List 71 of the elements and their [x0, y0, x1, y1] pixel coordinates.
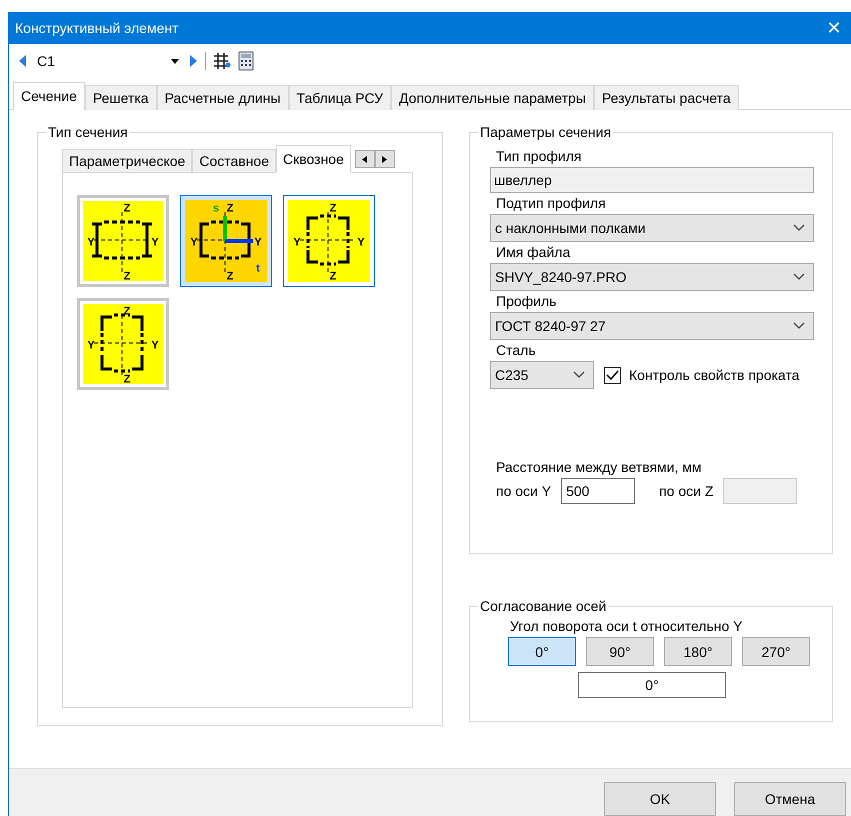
- field-label: Имя файла: [496, 244, 572, 260]
- profile-type-field: швеллер: [490, 167, 814, 193]
- angle-value-field[interactable]: 0°: [578, 672, 726, 698]
- angle-button[interactable]: 270°: [742, 637, 810, 666]
- dropdown-caret-icon: [171, 58, 179, 64]
- axis-label: t: [256, 264, 260, 274]
- axis-label: Y: [190, 238, 198, 248]
- axis-label: Z: [124, 204, 130, 214]
- chevron-down-icon: [573, 371, 585, 379]
- field-label: Профиль: [496, 293, 558, 309]
- angle-button[interactable]: 90°: [586, 637, 654, 666]
- close-button[interactable]: ✕: [817, 12, 851, 44]
- chevron-down-icon: [793, 273, 805, 281]
- axis-label: Z: [226, 204, 234, 214]
- previous-arrow-icon[interactable]: [17, 54, 27, 68]
- axis-label: Y: [357, 238, 365, 248]
- field-label: Сталь: [496, 342, 537, 358]
- section-type-tile[interactable]: Z Y Y Z: [77, 195, 169, 287]
- axis-label: Z: [124, 272, 130, 282]
- group-title: Параметры сечения: [479, 124, 612, 140]
- tab[interactable]: Сечение: [13, 82, 85, 110]
- tab[interactable]: Дополнительные параметры: [391, 85, 594, 110]
- tab[interactable]: Сквозное: [276, 145, 351, 173]
- section-type-tile[interactable]: Z Y Y Z: [283, 195, 375, 287]
- tab[interactable]: Параметрическое: [62, 149, 192, 173]
- field-label: Подтип профиля: [496, 195, 607, 211]
- group-title: Согласование осей: [479, 598, 608, 614]
- axis-label: Y: [151, 340, 159, 352]
- field-label: по оси Y: [496, 483, 552, 499]
- field-label: Тип профиля: [496, 148, 582, 164]
- angle-label: Угол поворота оси t относительно Y: [510, 618, 744, 634]
- checkbox[interactable]: [604, 366, 621, 384]
- axis-label: Z: [330, 272, 336, 282]
- axis-label: Y: [293, 238, 301, 248]
- window-title: Конструктивный элемент: [15, 20, 179, 36]
- angle-button[interactable]: 180°: [664, 637, 732, 666]
- axis-label: Y: [254, 238, 262, 248]
- profile-subtype-dropdown[interactable]: с наклонными полками: [490, 214, 814, 242]
- axis-label: Z: [226, 272, 234, 282]
- chevron-down-icon: [793, 322, 805, 330]
- file-name-dropdown[interactable]: SHVY_8240-97.PRO: [490, 263, 814, 291]
- angle-button[interactable]: 0°: [508, 637, 576, 666]
- steel-dropdown[interactable]: С235: [490, 361, 594, 389]
- chevron-down-icon: [793, 224, 805, 232]
- axis-label: Y: [151, 238, 159, 248]
- tab[interactable]: Составное: [192, 149, 276, 173]
- section-type-tile[interactable]: s Z Y Y t Z: [180, 195, 272, 287]
- dialog-button[interactable]: OK: [604, 782, 716, 816]
- axis-label: Y: [87, 340, 95, 352]
- field-label: по оси Z: [659, 483, 714, 499]
- right-arrow-icon: [382, 156, 388, 162]
- distance-y-input[interactable]: 500: [561, 478, 636, 504]
- section-settings-icon[interactable]: [212, 51, 232, 71]
- calculator-icon[interactable]: [238, 51, 254, 71]
- distance-label: Расстояние между ветвями, мм: [496, 459, 703, 475]
- scroll-left-button[interactable]: [354, 150, 375, 168]
- group-title: Тип сечения: [47, 124, 129, 140]
- tab[interactable]: Расчетные длины: [156, 85, 289, 110]
- dialog-button[interactable]: Отмена: [734, 782, 846, 816]
- profile-dropdown[interactable]: ГОСТ 8240-97 27: [490, 312, 814, 340]
- tab[interactable]: Решетка: [84, 85, 157, 110]
- axis-label: Z: [330, 204, 336, 214]
- axis-label: s: [212, 204, 220, 214]
- next-arrow-icon[interactable]: [189, 54, 199, 68]
- tab[interactable]: Результаты расчета: [594, 85, 739, 110]
- axis-label: Y: [87, 238, 95, 248]
- axis-label: Z: [124, 374, 130, 386]
- tab[interactable]: Таблица РСУ: [288, 85, 392, 110]
- scroll-right-button[interactable]: [374, 150, 395, 168]
- left-arrow-icon: [362, 156, 368, 162]
- checkbox-label: Контроль свойств проката: [629, 367, 800, 383]
